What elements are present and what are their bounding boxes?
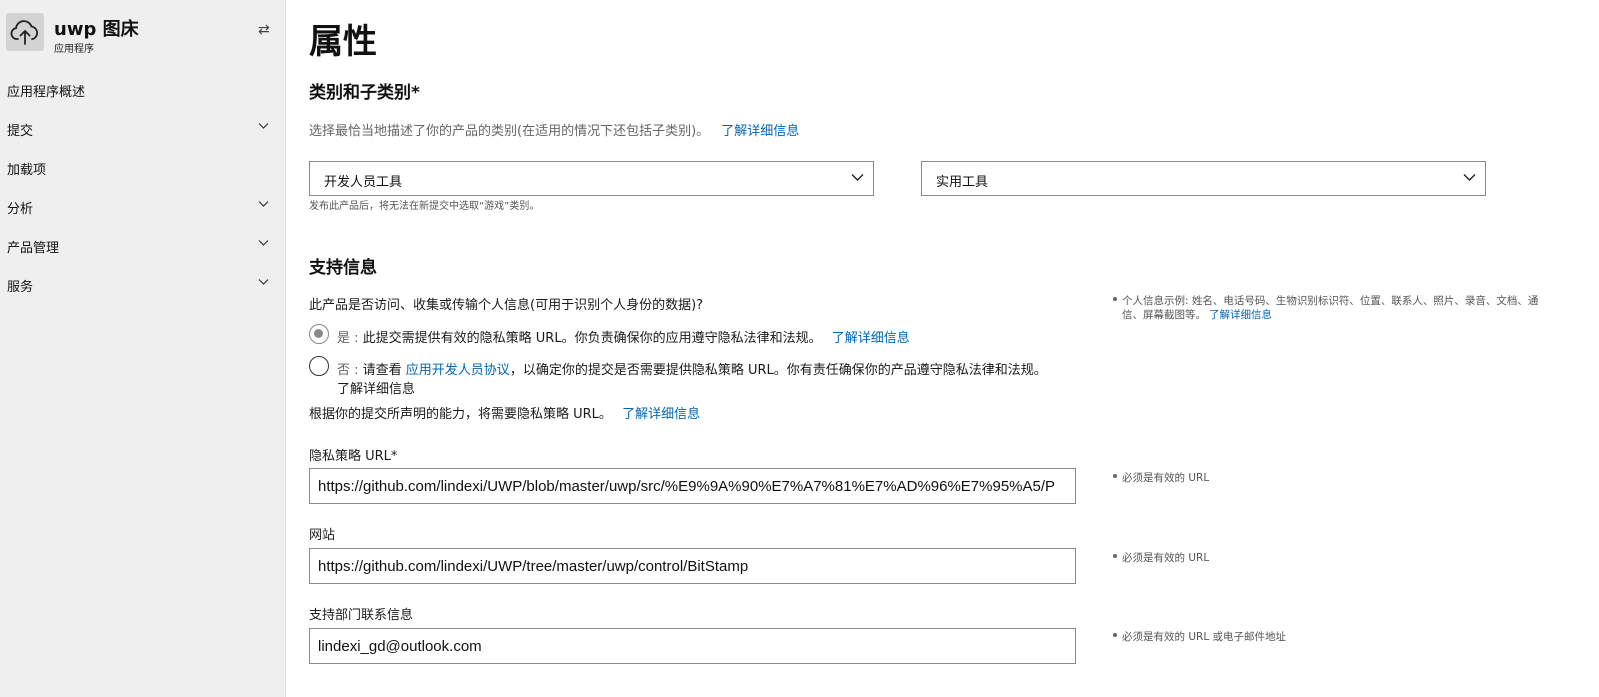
bullet-icon bbox=[1113, 633, 1117, 637]
sidebar-item-overview[interactable]: 应用程序概述 bbox=[0, 74, 285, 104]
capability-note: 根据你的提交所声明的能力，将需要隐私策略 URL。 了解详细信息 bbox=[309, 403, 700, 422]
radio-yes[interactable] bbox=[309, 324, 329, 344]
category-learn-more-link[interactable]: 了解详细信息 bbox=[721, 124, 799, 139]
radio-no-text-after: ，以确定你的提交是否需要提供隐私策略 URL。你有责任确保你的产品遵守隐私法律和… bbox=[509, 363, 1047, 378]
chevron-down-icon bbox=[851, 174, 864, 181]
chevron-down-icon bbox=[258, 240, 269, 246]
bullet-icon bbox=[1113, 554, 1117, 558]
chevron-down-icon bbox=[258, 201, 269, 207]
sidebar-item-services[interactable]: 服务 bbox=[0, 269, 285, 299]
sidebar-item-submission[interactable]: 提交 bbox=[0, 113, 285, 143]
sidebar-item-label: 服务 bbox=[7, 280, 34, 295]
sidebar-item-analytics[interactable]: 分析 bbox=[0, 191, 285, 221]
bullet-icon bbox=[1113, 474, 1117, 478]
app-header: uwp 图床 应用程序 ⇄ bbox=[6, 13, 276, 55]
personal-info-question: 此产品是否访问、收集或传输个人信息(可用于识别个人身份的数据)? bbox=[309, 298, 704, 313]
chevron-down-icon bbox=[258, 279, 269, 285]
personal-info-example-tail: 信、屏幕截图等。 bbox=[1122, 309, 1206, 321]
bullet-icon bbox=[1113, 297, 1117, 301]
sidebar-item-addons[interactable]: 加载项 bbox=[0, 152, 285, 182]
page-title: 属性 bbox=[309, 22, 377, 62]
sidebar-item-label: 加载项 bbox=[7, 163, 47, 178]
sidebar-item-label: 分析 bbox=[7, 202, 34, 217]
personal-info-learn-more-link[interactable]: 了解详细信息 bbox=[1209, 309, 1272, 321]
personal-info-example-line1: 个人信息示例: 姓名、电话号码、生物识别标识符、位置、联系人、照片、录音、文档、… bbox=[1122, 295, 1539, 307]
radio-no-prefix: 否 : bbox=[337, 363, 363, 378]
yes-learn-more-link[interactable]: 了解详细信息 bbox=[832, 331, 910, 346]
subcategory-select-value: 实用工具 bbox=[936, 175, 989, 190]
sidebar-item-product-management[interactable]: 产品管理 bbox=[0, 230, 285, 260]
sidebar-item-label: 提交 bbox=[7, 124, 34, 139]
chevron-down-icon bbox=[1463, 174, 1476, 181]
sidebar-item-label: 产品管理 bbox=[7, 241, 60, 256]
sidebar-item-label: 应用程序概述 bbox=[7, 85, 86, 100]
radio-no-text-before: 请查看 bbox=[362, 363, 406, 378]
subcategory-select[interactable]: 实用工具 bbox=[921, 161, 1486, 196]
main-content: 属性 类别和子类别* 选择最恰当地描述了你的产品的类别(在适用的情况下还包括子类… bbox=[286, 0, 1599, 697]
app-subtitle: 应用程序 bbox=[54, 44, 94, 55]
developer-agreement-link[interactable]: 应用开发人员协议 bbox=[406, 363, 510, 378]
privacy-url-input[interactable] bbox=[309, 468, 1076, 504]
no-learn-more-link[interactable]: 了解详细信息 bbox=[337, 378, 415, 397]
app-name: uwp 图床 bbox=[54, 19, 139, 40]
radio-yes-prefix: 是 : bbox=[337, 331, 363, 346]
radio-no[interactable] bbox=[309, 356, 329, 376]
swap-icon[interactable]: ⇄ bbox=[258, 23, 270, 37]
support-contact-hint: 必须是有效的 URL 或电子邮件地址 bbox=[1122, 631, 1287, 643]
sidebar: uwp 图床 应用程序 ⇄ 应用程序概述 提交 加载项 分析 产品管理 服务 bbox=[0, 0, 286, 697]
website-label: 网站 bbox=[309, 528, 336, 543]
category-note: 发布此产品后，将无法在新提交中选取“游戏”类别。 bbox=[309, 201, 540, 212]
support-contact-input[interactable] bbox=[309, 628, 1076, 664]
radio-yes-text: 此提交需提供有效的隐私策略 URL。你负责确保你的应用遵守隐私法律和法规。 bbox=[362, 331, 822, 346]
cloud-upload-icon bbox=[6, 13, 44, 51]
website-input[interactable] bbox=[309, 548, 1076, 584]
support-heading: 支持信息 bbox=[309, 258, 377, 278]
privacy-url-hint: 必须是有效的 URL bbox=[1122, 472, 1210, 484]
category-description: 选择最恰当地描述了你的产品的类别(在适用的情况下还包括子类别)。 bbox=[309, 124, 710, 139]
radio-no-label: 否 : 请查看 应用开发人员协议，以确定你的提交是否需要提供隐私策略 URL。你… bbox=[337, 359, 1047, 378]
personal-info-example-line2: 信、屏幕截图等。 了解详细信息 bbox=[1122, 307, 1272, 322]
category-select-value: 开发人员工具 bbox=[324, 175, 403, 190]
category-select[interactable]: 开发人员工具 bbox=[309, 161, 874, 196]
category-description-line: 选择最恰当地描述了你的产品的类别(在适用的情况下还包括子类别)。 了解详细信息 bbox=[309, 120, 799, 139]
privacy-url-label: 隐私策略 URL* bbox=[309, 449, 398, 464]
capability-text: 根据你的提交所声明的能力，将需要隐私策略 URL。 bbox=[309, 407, 612, 422]
category-heading: 类别和子类别* bbox=[309, 83, 420, 103]
chevron-down-icon bbox=[258, 123, 269, 129]
radio-yes-label: 是 : 此提交需提供有效的隐私策略 URL。你负责确保你的应用遵守隐私法律和法规… bbox=[337, 327, 910, 346]
capability-learn-more-link[interactable]: 了解详细信息 bbox=[622, 407, 700, 422]
support-contact-label: 支持部门联系信息 bbox=[309, 608, 414, 623]
website-hint: 必须是有效的 URL bbox=[1122, 552, 1210, 564]
